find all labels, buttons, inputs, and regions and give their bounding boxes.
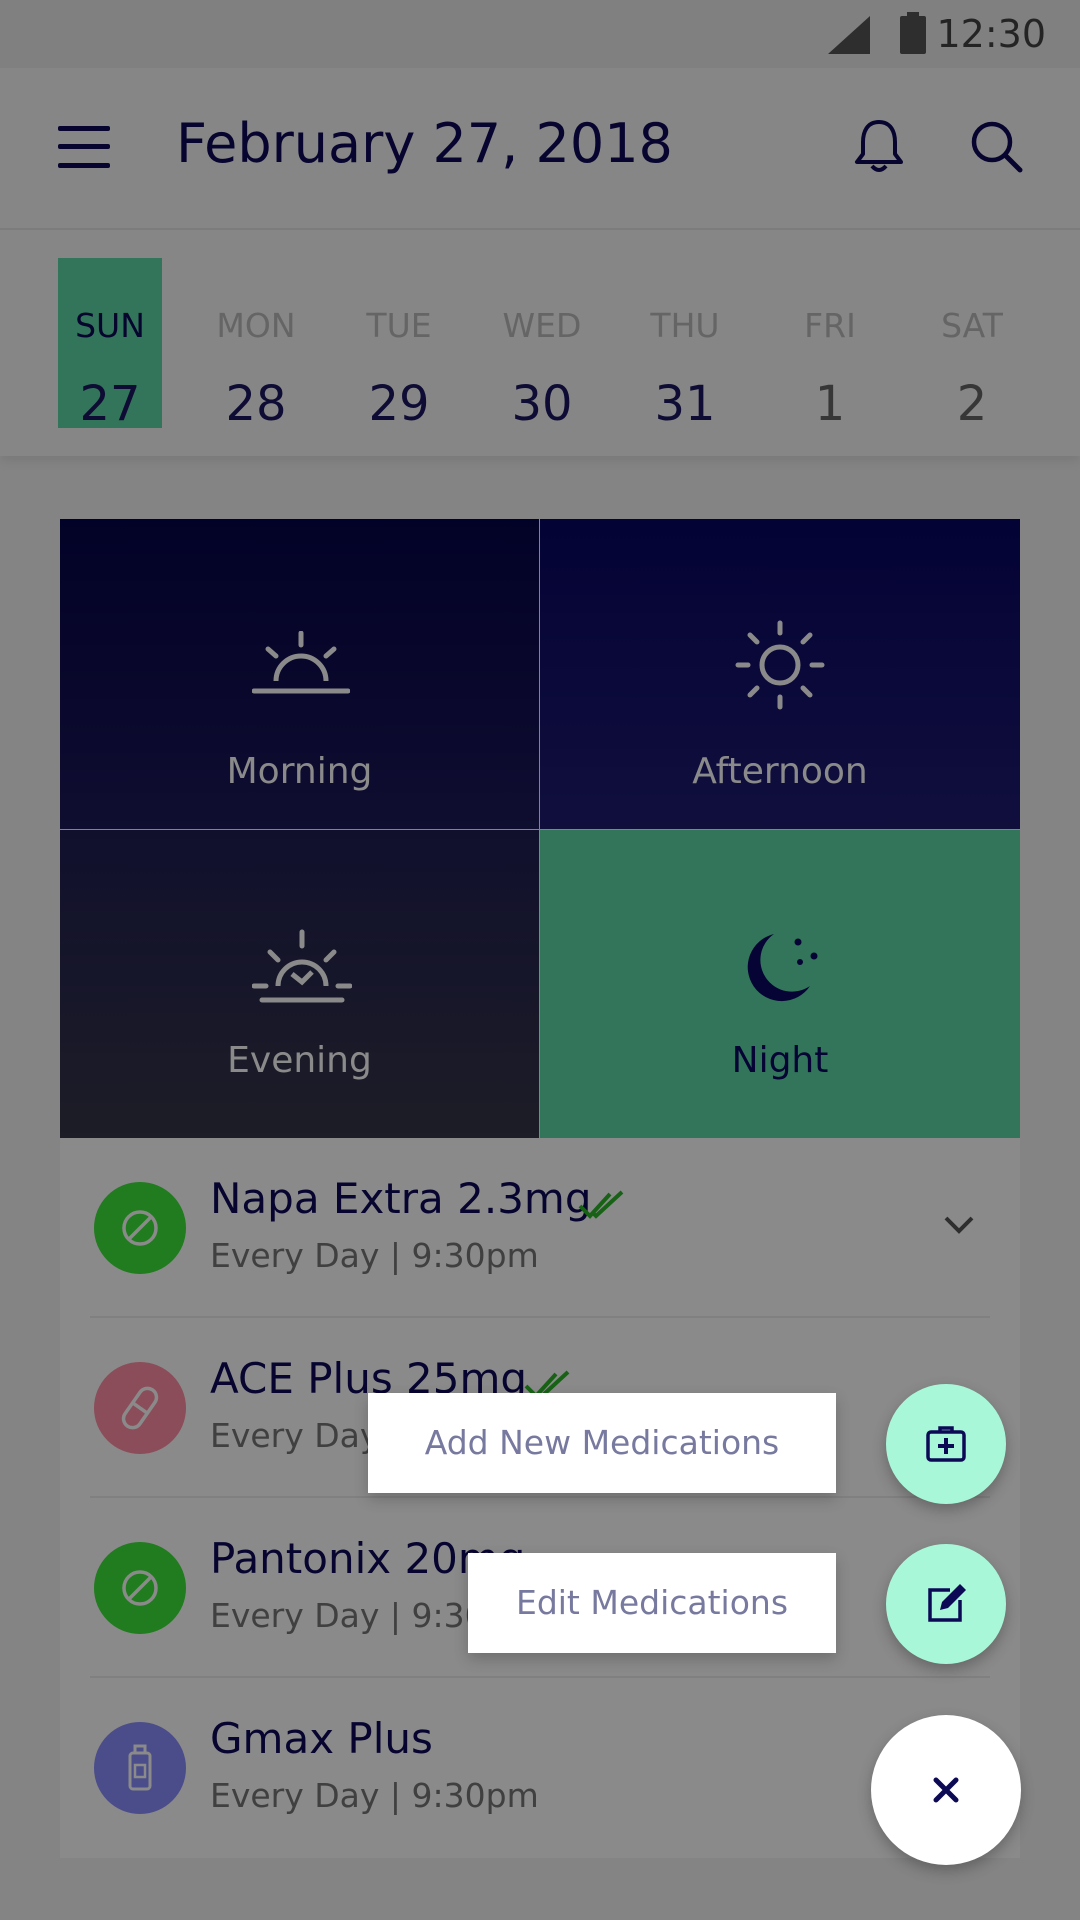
edit-icon	[926, 1582, 968, 1624]
edit-medications-button[interactable]	[886, 1544, 1006, 1664]
first-aid-kit-icon	[926, 1424, 966, 1464]
add-medication-button[interactable]	[886, 1384, 1006, 1504]
add-new-medications-label[interactable]: Add New Medications	[368, 1393, 836, 1493]
close-icon	[932, 1776, 960, 1804]
edit-medications-label[interactable]: Edit Medications	[468, 1553, 836, 1653]
close-speed-dial-button[interactable]	[871, 1715, 1021, 1865]
